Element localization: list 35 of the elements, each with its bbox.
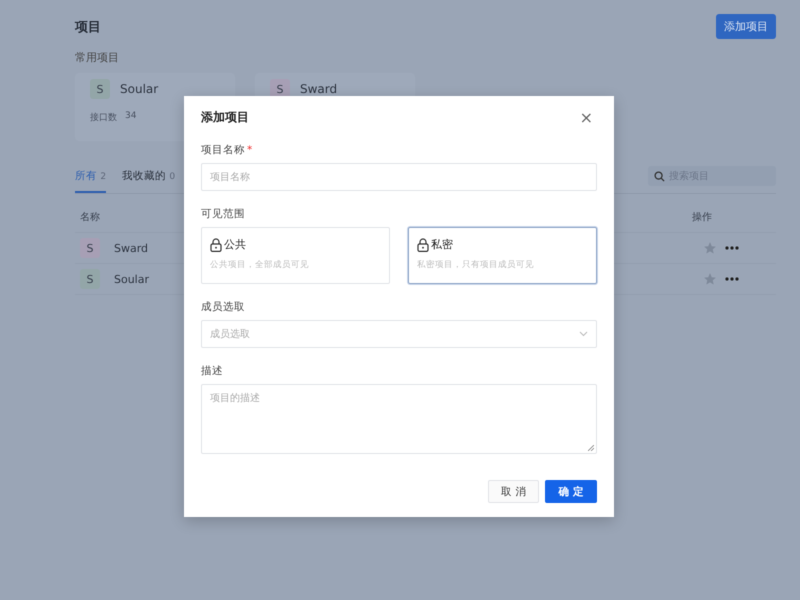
project-name[interactable]: Soular: [114, 272, 150, 286]
field-label: 成员选取: [201, 300, 246, 314]
star-icon[interactable]: [703, 272, 717, 286]
more-icon[interactable]: [725, 277, 739, 281]
column-header: 操作: [692, 211, 712, 224]
lock-icon: [210, 238, 222, 252]
project-name: Sward: [300, 82, 338, 96]
section-heading: 常用项目: [75, 50, 120, 65]
star-icon[interactable]: [703, 241, 717, 255]
add-project-button[interactable]: 添加项目: [716, 14, 776, 39]
avatar: S: [80, 269, 100, 289]
resize-grip-icon[interactable]: [588, 445, 594, 451]
search-icon: [654, 170, 665, 182]
chevron-down-icon: [579, 331, 588, 337]
stat-value: 34: [125, 111, 136, 123]
lock-icon: [417, 238, 429, 252]
column-header: 名称: [80, 211, 100, 224]
avatar: S: [90, 79, 110, 99]
confirm-button[interactable]: 确 定: [545, 480, 597, 503]
field-label: 项目名称: [201, 144, 245, 156]
tab[interactable]: 我收藏的 0: [122, 165, 176, 193]
close-button[interactable]: ×: [576, 108, 597, 127]
field-label: 描述: [201, 364, 224, 378]
cancel-button[interactable]: 取 消: [488, 480, 540, 503]
field-label: 可见范围: [201, 207, 246, 221]
avatar: S: [80, 238, 100, 258]
project-name[interactable]: Sward: [114, 242, 148, 254]
visibility-option[interactable]: 公共 公共项目，全部成员可见: [201, 227, 390, 284]
required-mark: *: [247, 144, 252, 156]
page-title: 项目: [75, 19, 101, 36]
tab[interactable]: 所有 2: [75, 165, 106, 193]
stat-label: 接口数: [90, 112, 117, 124]
more-icon[interactable]: [725, 246, 739, 250]
project-name: Soular: [120, 82, 158, 96]
visibility-option[interactable]: 私密 私密项目，只有项目成员可见: [408, 227, 597, 284]
